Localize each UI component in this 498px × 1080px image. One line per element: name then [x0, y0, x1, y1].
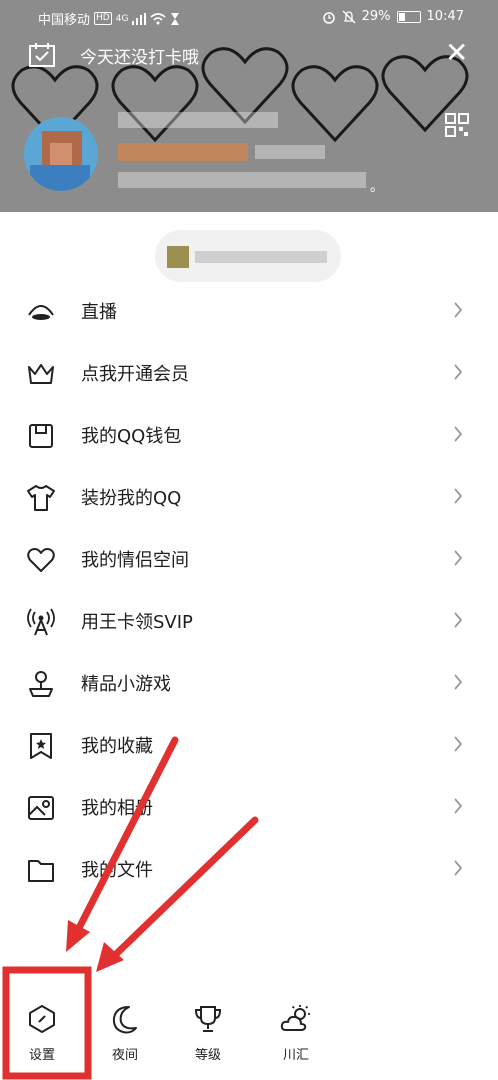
- menu-item-wangka-svip[interactable]: 用王卡领SVIP: [0, 590, 498, 652]
- heart-icon: [27, 548, 55, 572]
- folder-icon: [28, 860, 54, 882]
- settings-button[interactable]: 设置: [12, 990, 72, 1063]
- chevron-right-icon: [454, 798, 463, 814]
- chevron-right-icon: [454, 860, 463, 876]
- menu-item-live[interactable]: 直播: [0, 280, 498, 342]
- menu-label: 精品小游戏: [81, 674, 171, 695]
- level-label: 等级: [194, 1048, 221, 1063]
- settings-label: 设置: [28, 1048, 55, 1063]
- night-mode-button[interactable]: 夜间: [95, 990, 155, 1063]
- close-icon[interactable]: ✕: [445, 38, 468, 68]
- signature-blurred: [118, 172, 366, 188]
- menu-label: 我的相册: [81, 798, 153, 819]
- nickname-blurred: [118, 143, 248, 161]
- chevron-right-icon: [454, 674, 463, 690]
- crown-icon: [28, 364, 54, 384]
- chevron-right-icon: [454, 612, 463, 628]
- level-button[interactable]: 等级: [178, 990, 238, 1063]
- profile-header: 中国移动 HD 4G 29% 10:47 今天还没打卡哦 ✕ 。: [0, 0, 498, 212]
- top-name-blurred: [118, 112, 278, 128]
- joystick-icon: [29, 671, 53, 697]
- hourglass-icon: [171, 12, 180, 25]
- menu-item-vip[interactable]: 点我开通会员: [0, 342, 498, 404]
- chevron-right-icon: [454, 736, 463, 752]
- status-bar: 中国移动 HD 4G 29% 10:47: [0, 0, 498, 34]
- menu-item-favorites[interactable]: 我的收藏: [0, 714, 498, 776]
- carrier-name: 中国移动: [38, 13, 91, 28]
- chevron-right-icon: [454, 426, 463, 442]
- menu-item-album[interactable]: 我的相册: [0, 776, 498, 838]
- menu-item-mini-games[interactable]: 精品小游戏: [0, 652, 498, 714]
- qr-code-icon[interactable]: [445, 113, 469, 137]
- menu-label: 我的文件: [81, 860, 153, 881]
- bookmark-star-icon: [30, 733, 52, 759]
- menu-item-couple-space[interactable]: 我的情侣空间: [0, 528, 498, 590]
- chevron-right-icon: [454, 302, 463, 318]
- weather-label: 川汇: [282, 1048, 309, 1063]
- alarm-icon: [322, 11, 335, 24]
- cloud-sun-icon: [280, 1005, 310, 1031]
- menu-label: 装扮我的QQ: [81, 488, 182, 509]
- weather-button[interactable]: 川汇: [266, 990, 326, 1063]
- hd-badge: HD: [94, 12, 112, 25]
- level-badges-blurred: [255, 145, 325, 159]
- menu-label: 点我开通会员: [81, 364, 189, 385]
- signal-icon: [132, 12, 147, 25]
- clock-time: 10:47: [426, 9, 464, 24]
- signal-tower-icon: [27, 608, 55, 636]
- calendar-check-icon[interactable]: [28, 42, 56, 68]
- wallet-icon: [29, 424, 53, 448]
- chevron-right-icon: [454, 550, 463, 566]
- menu-label: 我的情侣空间: [81, 550, 189, 571]
- bottom-bar: 设置 夜间 等级 川汇: [0, 990, 498, 1080]
- night-label: 夜间: [111, 1048, 138, 1063]
- battery-icon: [396, 10, 421, 23]
- network-type: 4G: [115, 13, 129, 24]
- checkin-prompt[interactable]: 今天还没打卡哦: [80, 43, 199, 68]
- chevron-right-icon: [454, 488, 463, 504]
- menu-item-wallet[interactable]: 我的QQ钱包: [0, 404, 498, 466]
- tshirt-icon: [27, 485, 55, 511]
- moon-icon: [112, 1006, 137, 1034]
- menu-label: 我的收藏: [81, 736, 153, 757]
- menu-label: 用王卡领SVIP: [81, 612, 193, 633]
- chevron-right-icon: [454, 364, 463, 380]
- settings-hexagon-icon: [29, 1005, 55, 1033]
- menu-item-dressup[interactable]: 装扮我的QQ: [0, 466, 498, 528]
- avatar[interactable]: [24, 117, 98, 191]
- trophy-icon: [194, 1006, 222, 1032]
- status-pill[interactable]: [155, 230, 341, 282]
- signature-tail: 。: [370, 179, 384, 195]
- wifi-icon: [150, 12, 166, 24]
- live-icon: [28, 305, 54, 320]
- menu-item-files[interactable]: 我的文件: [0, 838, 498, 900]
- battery-percent: 29%: [361, 9, 391, 24]
- mute-bell-icon: [342, 10, 356, 23]
- menu-label: 直播: [81, 302, 117, 323]
- menu-label: 我的QQ钱包: [81, 426, 182, 447]
- photo-album-icon: [28, 796, 54, 820]
